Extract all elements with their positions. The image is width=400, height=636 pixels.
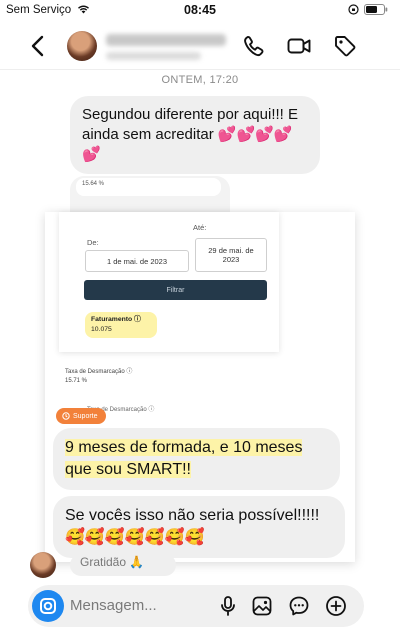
cancel-rate-label-2: Taxa de Desmarcação ⓘ <box>87 407 155 413</box>
background-metric-value: 15.64 % <box>82 181 105 187</box>
message-bubble: Gratidão 🙏 <box>70 554 176 576</box>
filter-button: Filtrar <box>84 280 267 300</box>
revenue-value: 10.075 <box>91 326 112 333</box>
message-bubble[interactable]: Segundou diferente por aqui!!! E ainda s… <box>70 96 320 174</box>
tag-icon[interactable] <box>332 33 358 59</box>
from-date-field: 1 de mai. de 2023 <box>85 250 189 272</box>
to-label: Até: <box>193 223 207 232</box>
message-composer: Mensagem... <box>28 585 364 627</box>
contact-name-blurred[interactable] <box>106 34 226 46</box>
revenue-card: Faturamento ⓘ 10.075 <box>85 312 157 338</box>
from-label: De: <box>87 238 99 247</box>
status-bar: Sem Serviço 08:45 <box>0 0 400 22</box>
camera-button[interactable] <box>32 590 64 622</box>
dashboard-filter-panel: De: Até: 1 de mai. de 2023 29 de mai. de… <box>59 212 279 352</box>
back-icon[interactable] <box>28 34 48 58</box>
battery-icon <box>364 4 388 15</box>
phone-icon[interactable] <box>240 33 266 59</box>
sticker-icon[interactable] <box>287 594 311 618</box>
shared-screenshot[interactable]: De: Até: 1 de mai. de 2023 29 de mai. de… <box>45 212 355 562</box>
message-text: Se vocês isso não seria possível!!!!! 🥰🥰… <box>65 507 320 546</box>
message-bubble: Se vocês isso não seria possível!!!!! 🥰🥰… <box>53 496 345 558</box>
message-text: Gratidão 🙏 <box>80 555 145 569</box>
sender-avatar <box>30 552 56 578</box>
status-right <box>348 4 388 15</box>
cancel-rate-value: 15.71 % <box>65 378 88 384</box>
message-text: 9 meses de formada, e 10 meses que sou S… <box>65 439 303 478</box>
message-text: Segundou diferente por aqui!!! E ainda s… <box>82 106 298 163</box>
microphone-icon[interactable] <box>216 594 240 618</box>
status-time: 08:45 <box>184 3 216 17</box>
background-metric-card: 15.64 % <box>76 178 221 196</box>
cancel-rate-label: Taxa de Desmarcação ⓘ <box>65 369 133 375</box>
message-bubble: 9 meses de formada, e 10 meses que sou S… <box>53 428 340 490</box>
gallery-icon[interactable] <box>250 594 274 618</box>
date-separator: ONTEM, 17:20 <box>161 74 239 86</box>
cancel-rate-metric: Taxa de Desmarcação ⓘ 15.71 % <box>65 368 215 386</box>
plus-icon[interactable] <box>324 594 348 618</box>
chat-header <box>0 22 400 70</box>
orientation-lock-icon <box>348 4 359 15</box>
video-icon[interactable] <box>286 33 312 59</box>
support-badge: Suporte <box>56 408 106 424</box>
to-date-field: 29 de mai. de 2023 <box>195 238 267 272</box>
contact-username-blurred <box>106 52 201 60</box>
revenue-label: Faturamento ⓘ <box>91 316 141 323</box>
camera-icon <box>40 598 56 614</box>
support-label: Suporte <box>73 412 98 420</box>
contact-avatar[interactable] <box>67 31 97 61</box>
message-input[interactable]: Mensagem... <box>70 597 157 614</box>
clock-icon <box>62 412 70 420</box>
